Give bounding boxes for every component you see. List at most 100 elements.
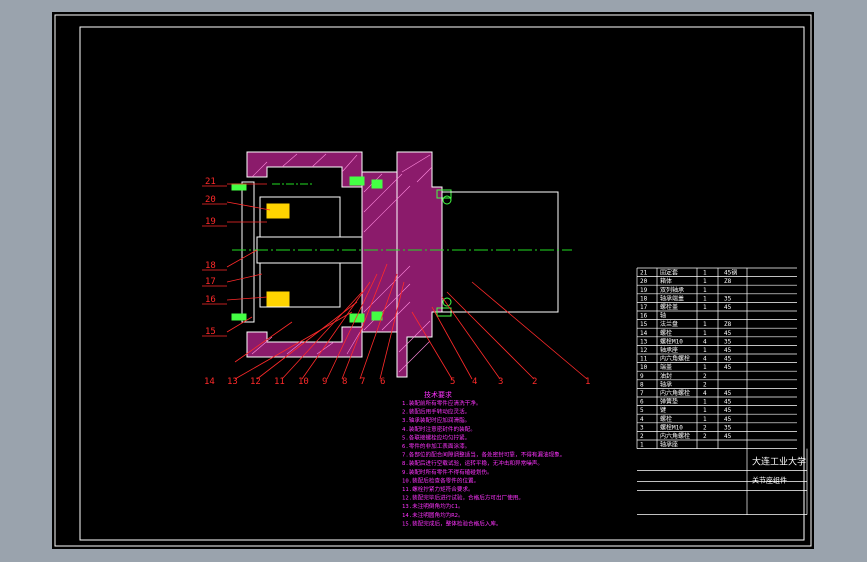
bom-cell-name: 法兰盘	[660, 320, 678, 328]
bom-cell-qty: 1	[703, 304, 707, 311]
bom-cell-qty: 1	[703, 278, 707, 285]
bom-cell-material: 45	[724, 304, 732, 311]
bom-cell-material: 45	[724, 407, 732, 414]
bom-cell-no: 12	[640, 347, 648, 354]
balloon-13: 13	[227, 377, 238, 387]
bom-cell-material: 45	[724, 330, 732, 337]
bom-cell-no: 19	[640, 287, 648, 294]
bom-cell-material: 45	[724, 390, 732, 397]
balloon-2: 2	[532, 377, 537, 387]
bom-cell-material: 45钢	[724, 269, 737, 277]
bom-cell-material: 35	[724, 424, 732, 431]
note-line: 9.装配时所有零件不得有磕碰划伤。	[402, 468, 493, 476]
bom-cell-qty: 1	[703, 416, 707, 423]
bom-cell-no: 10	[640, 364, 648, 371]
bom-cell-material: 45	[724, 416, 732, 423]
bom-cell-qty: 1	[703, 321, 707, 328]
balloon-7: 7	[360, 377, 365, 387]
right-plate	[396, 151, 443, 378]
bom-cell-qty: 4	[703, 338, 707, 345]
balloon-3: 3	[498, 377, 503, 387]
balloon-17: 17	[205, 277, 216, 287]
balloon-19: 19	[205, 217, 216, 227]
note-line: 10.装配后检查各零件的位置。	[402, 476, 479, 484]
bom-cell-qty: 1	[703, 347, 707, 354]
bom-cell-name: 轴承端盖	[660, 294, 684, 302]
note-line: 4.装配时注意密封件的装配。	[402, 425, 476, 433]
technical-notes: 技术要求1.装配前所有零件应清洗干净。2.装配后用手转动应灵活。3.轴承装配时应…	[402, 390, 565, 527]
drawing-canvas: 21 20 19 18 17 16 15 14 13 12 11 10 9 8 7 6 5 4 3 2 1 技术要求 1…	[52, 12, 814, 549]
note-line: 1.装配前所有零件应清洗干净。	[402, 399, 481, 407]
note-line: 11.螺栓拧紧力矩符合要求。	[402, 485, 474, 493]
bom-cell-no: 18	[640, 295, 648, 302]
note-line: 7.各部位的配合间隙调整适当，各处密封可靠，不得有漏油现象。	[402, 451, 565, 459]
bom-cell-qty: 1	[703, 407, 707, 414]
bom-cell-no: 16	[640, 313, 648, 320]
bom-cell-name: 螺栓盖	[660, 303, 678, 311]
balloon-21: 21	[205, 177, 216, 187]
bom-cell-no: 20	[640, 278, 648, 285]
balloon-11: 11	[274, 377, 285, 387]
assembly-view	[231, 151, 572, 378]
bom-cell-name: 螺栓	[660, 415, 672, 423]
motor-housing	[441, 191, 559, 313]
balloon-8: 8	[342, 377, 347, 387]
note-line: 14.未注明圆角均为R2。	[402, 511, 464, 519]
bom-table: 21 固定套 1 45钢20 箱体 1 Z819 双列轴承 118 轴承端盖 1 3517 螺栓盖 1 45…	[636, 267, 808, 515]
bom-cell-no: 5	[640, 407, 644, 414]
bom-cell-material: 35	[724, 295, 732, 302]
bom-cell-material: 45	[724, 399, 732, 406]
bom-cell-qty: 4	[703, 356, 707, 363]
bom-cell-no: 11	[640, 356, 648, 363]
bom-cell-name: 弹簧垫	[660, 398, 678, 406]
bom-cell-no: 21	[640, 270, 648, 277]
note-line: 2.装配后用手转动应灵活。	[402, 408, 470, 416]
note-line: 15.装配完成后，整体检验合格后入库。	[402, 519, 502, 527]
balloon-9: 9	[322, 377, 327, 387]
bearing-upper	[266, 203, 290, 219]
bom-cell-material: 45	[724, 364, 732, 371]
balloon-15: 15	[205, 327, 216, 337]
bom-cell-qty: 2	[703, 424, 707, 431]
note-line: 8.装配后进行空载试验，运转平稳，无冲击和异常噪声。	[402, 459, 543, 467]
note-line: 13.未注明倒角均为C1。	[402, 502, 464, 510]
balloon-5: 5	[450, 377, 455, 387]
bom-cell-qty: 2	[703, 373, 707, 380]
balloon-10: 10	[298, 377, 309, 387]
balloon-6: 6	[380, 377, 385, 387]
bom-cell-no: 17	[640, 304, 648, 311]
bom-cell-name: 键	[660, 406, 666, 414]
bom-cell-no: 7	[640, 390, 644, 397]
bom-cell-name: 内六角螺栓	[660, 432, 690, 440]
bom-cell-qty: 1	[703, 295, 707, 302]
bom-cell-no: 13	[640, 338, 648, 345]
note-line: 12.装配完毕后进行试验，合格后方可出厂使用。	[402, 494, 524, 502]
title-school: 大连工业大学	[752, 456, 806, 468]
bom-cell-qty: 1	[703, 364, 707, 371]
bom-cell-name: 内六角螺栓	[660, 355, 690, 363]
bom-cell-material: 45	[724, 356, 732, 363]
bom-cell-qty: 2	[703, 433, 707, 440]
bom-cell-material: Z8	[724, 321, 732, 328]
bom-cell-name: 螺栓M10	[660, 337, 683, 345]
bom-cell-qty: 1	[703, 399, 707, 406]
title-name: 关节座组件	[752, 476, 787, 485]
balloon-18: 18	[205, 261, 216, 271]
balloon-20: 20	[205, 195, 216, 205]
housing-top	[246, 151, 363, 188]
bom-cell-no: 3	[640, 424, 644, 431]
cad-drawing: 21201918171615 14 13 12 11 10 9 8 7 6 5 4 3 2 1 技术要求1…	[54, 14, 812, 547]
bom-cell-no: 15	[640, 321, 648, 328]
bom-cell-name: 螺栓	[660, 329, 672, 337]
bom-cell-material: 35	[724, 338, 732, 345]
bearing-lower	[266, 291, 290, 307]
bom-cell-no: 4	[640, 416, 644, 423]
bom-cell-no: 14	[640, 330, 648, 337]
bom-cell-name: 箱体	[660, 277, 672, 285]
bom-cell-name: 轴承座	[660, 441, 678, 449]
bom-cell-name: 螺栓M10	[660, 423, 683, 431]
balloons-bottom: 14 13 12 11 10 9 8 7 6 5 4 3 2 1	[204, 377, 590, 387]
bom-cell-qty: 1	[703, 287, 707, 294]
bom-cell-no: 6	[640, 399, 644, 406]
balloon-16: 16	[205, 295, 216, 305]
